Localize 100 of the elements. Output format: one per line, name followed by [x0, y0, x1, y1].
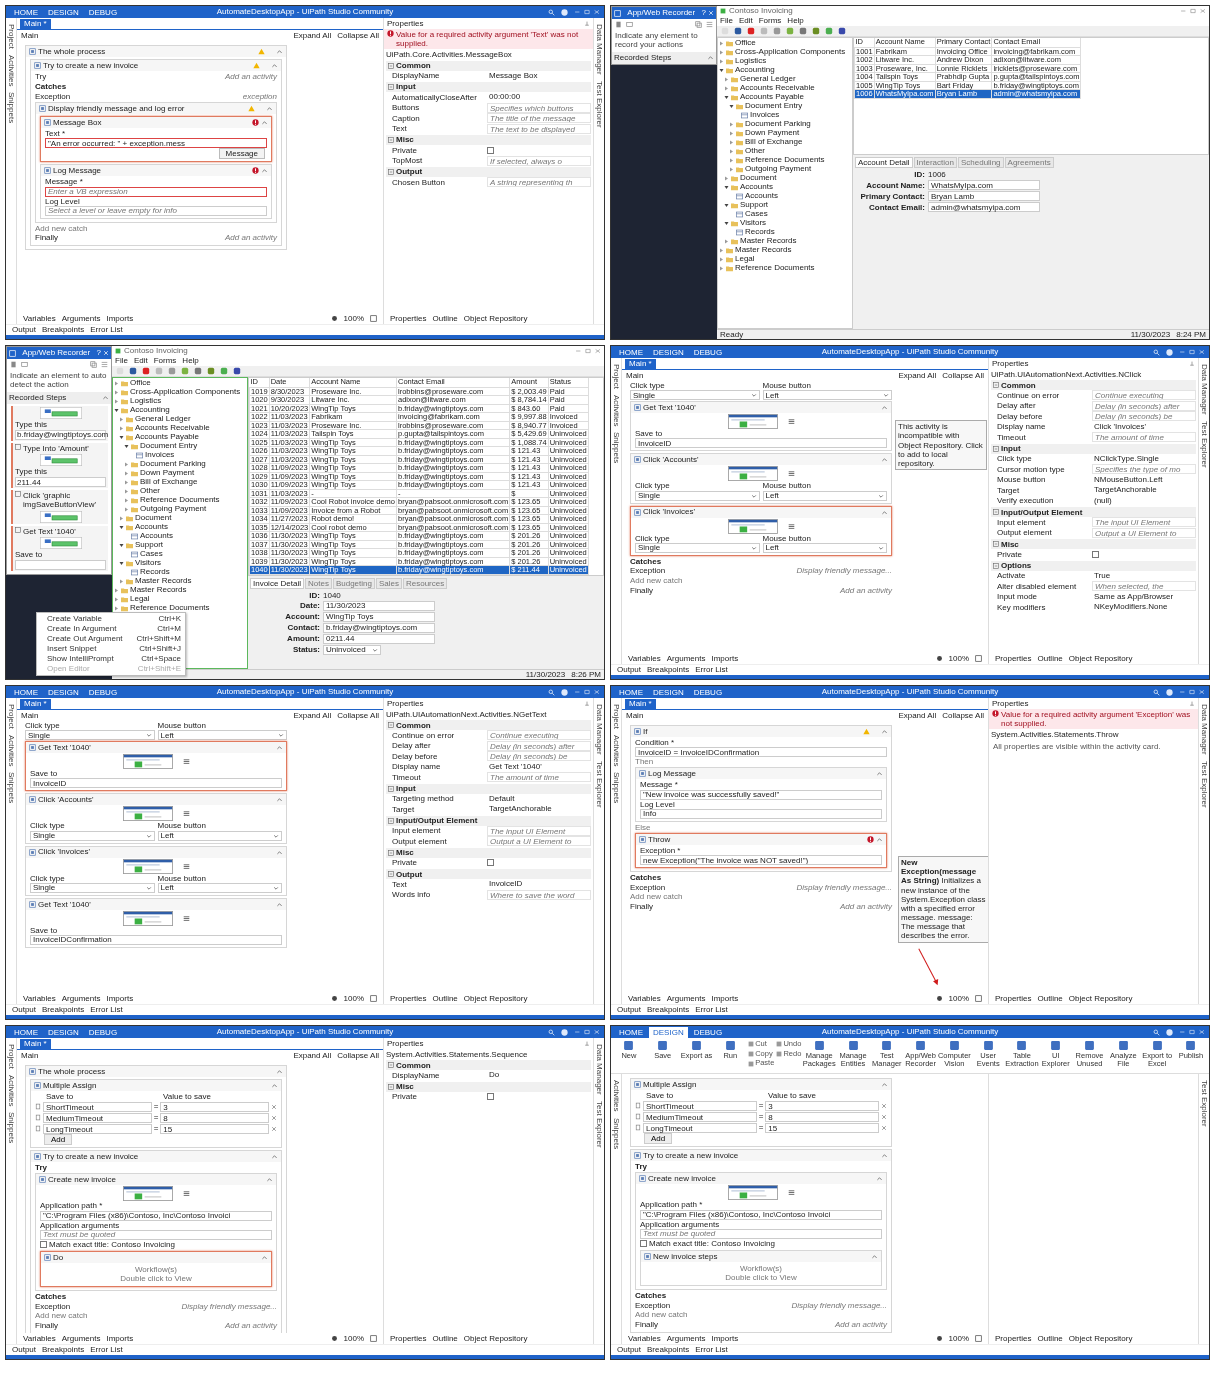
ribbon-tab[interactable]: DEBUG	[689, 1026, 727, 1038]
zoom-level[interactable]: 100%	[948, 1333, 969, 1344]
collapse-icon[interactable]	[388, 1083, 394, 1090]
designer-tab[interactable]: Variables	[628, 1333, 661, 1344]
pin-icon[interactable]	[584, 20, 590, 27]
collapse-icon[interactable]	[388, 62, 394, 69]
tree-item[interactable]: Down Payment	[140, 469, 195, 478]
output-tab[interactable]: Output	[617, 665, 641, 675]
menu-icon[interactable]	[182, 758, 190, 766]
menu-item[interactable]: Create Out Argument Ctrl+Shift+M	[37, 634, 185, 644]
expand-all-link[interactable]: Expand All	[898, 710, 937, 721]
activity-hint[interactable]: Display friendly message...	[796, 882, 892, 892]
activity-hint[interactable]: Add an activity	[224, 72, 277, 82]
tree-item[interactable]: Visitors	[740, 219, 767, 228]
recorded-step[interactable]: Click 'graphic imgSaveButtonView'	[11, 490, 108, 524]
breadcrumb[interactable]: Main	[21, 1050, 39, 1061]
designer-tab[interactable]: Arguments	[666, 1333, 706, 1344]
side-tab[interactable]: Snippets	[611, 772, 621, 804]
tree-item[interactable]: Document Entry	[140, 442, 198, 451]
expression-field[interactable]: Enter a VB expression	[45, 186, 267, 197]
expander-icon[interactable]	[724, 201, 729, 210]
document-tab[interactable]: Main *	[625, 359, 656, 369]
property-value[interactable]: The text to be displayed	[487, 123, 591, 134]
tree-item[interactable]: Cross-Application Components	[735, 48, 846, 57]
menu-item[interactable]: Edit	[133, 356, 148, 366]
output-tab[interactable]: Output	[617, 1345, 641, 1355]
activity-card[interactable]: Message Box Text * "An error occurred: " + exception.mess Message	[40, 116, 272, 163]
copy-icon[interactable]	[90, 361, 97, 368]
menu-item[interactable]: Create Variable Ctrl+K	[37, 614, 185, 624]
side-tab[interactable]: Data Manager	[1199, 364, 1209, 415]
tree-item[interactable]: Accounts Receivable	[740, 84, 815, 93]
panel-tab[interactable]: Outline	[432, 1333, 458, 1344]
ribbon-tab[interactable]: HOME	[10, 6, 42, 18]
menu-icon[interactable]	[787, 522, 795, 530]
expression-field[interactable]: "C:\Program Files (x86)\Contoso, Inc\Contoso Invoici	[640, 1209, 882, 1220]
dropdown[interactable]: Left	[762, 390, 892, 401]
tree-item[interactable]: Invoices	[750, 111, 780, 120]
tree-item[interactable]: Records	[140, 568, 170, 577]
text-field[interactable]: 0211.44	[323, 633, 435, 644]
activity-hint[interactable]: Add an activity	[834, 1319, 887, 1330]
text-field[interactable]: Bryan Lamb	[928, 191, 1040, 202]
property-value[interactable]: NClickType.Single	[1092, 453, 1196, 464]
property-value[interactable]: Continue executing	[1092, 390, 1196, 401]
property-value[interactable]: TargetAnchorable	[1092, 485, 1196, 496]
tree-item[interactable]: Reference Documents	[140, 496, 220, 505]
collapse-icon[interactable]	[276, 900, 283, 908]
property-value[interactable]: Output a UI Element to	[1092, 527, 1196, 538]
collapse-icon[interactable]	[993, 562, 999, 569]
zoom-level[interactable]: 100%	[343, 1333, 364, 1344]
breadcrumb[interactable]: Main	[21, 30, 39, 41]
list-icon[interactable]	[101, 361, 108, 368]
designer-tab[interactable]: Variables	[628, 653, 661, 664]
panel-tab[interactable]: Properties	[995, 653, 1032, 664]
collapse-icon[interactable]	[276, 848, 283, 856]
add-button[interactable]: Add	[44, 1134, 73, 1146]
window-controls-icon[interactable]	[1180, 8, 1206, 14]
tree-item[interactable]: Master Records	[135, 577, 192, 586]
expand-all-link[interactable]: Expand All	[293, 710, 332, 721]
menu-item[interactable]: Show IntelliPrompt Ctrl+Space	[37, 654, 185, 664]
menu-icon[interactable]	[182, 862, 190, 870]
ribbon-tab[interactable]: DEBUG	[689, 346, 727, 358]
variable-field[interactable]: ShortTimeout	[43, 1101, 152, 1112]
menu-item[interactable]: Create In Argument Ctrl+M	[37, 624, 185, 634]
tree-item[interactable]: Accounts	[745, 192, 778, 201]
checkbox[interactable]	[487, 1093, 494, 1101]
fit-screen-icon[interactable]	[975, 995, 982, 1002]
breadcrumb[interactable]: Main	[626, 370, 644, 381]
tree-item[interactable]: Accounts	[135, 523, 168, 532]
expander-icon[interactable]	[119, 541, 124, 550]
dropdown[interactable]: Single	[25, 730, 155, 741]
collapse-all-link[interactable]: Collapse All	[337, 710, 379, 721]
search-icon[interactable]	[1153, 688, 1160, 696]
property-value[interactable]: The input UI Element	[487, 825, 591, 836]
panel-tab[interactable]: Outline	[1037, 653, 1063, 664]
designer-tab[interactable]: Imports	[106, 993, 134, 1004]
property-value[interactable]: Continue executing	[487, 730, 591, 741]
copy-icon[interactable]	[695, 21, 702, 28]
fit-screen-icon[interactable]	[975, 1335, 982, 1342]
tree-item[interactable]: Document	[135, 514, 172, 523]
activity-card[interactable]: Click 'Accounts' Click type Single Mouse button Left	[630, 453, 892, 504]
activity-card[interactable]: Get Text '1040' Save to InvoiceIDConfirmation	[25, 897, 287, 948]
side-tab[interactable]: Data Manager	[594, 24, 604, 75]
search-icon[interactable]	[548, 1028, 555, 1036]
menu-icon[interactable]	[787, 1189, 795, 1197]
collapse-icon[interactable]	[881, 1081, 888, 1088]
menu-icon[interactable]	[787, 470, 795, 478]
text-field[interactable]: admin@whatsmyipa.com	[928, 202, 1040, 213]
tree-item[interactable]: General Ledger	[135, 415, 191, 424]
menu-item[interactable]: Edit	[738, 16, 753, 26]
expression-field[interactable]: "An error occurred: " + exception.mess	[45, 138, 267, 149]
tree-item[interactable]: Accounts Payable	[740, 93, 805, 102]
menu-icon[interactable]	[182, 810, 190, 818]
dropdown[interactable]: Left	[762, 542, 887, 553]
collapse-all-link[interactable]: Collapse All	[337, 30, 379, 41]
collapse-icon[interactable]	[993, 445, 999, 452]
dropdown[interactable]: Single	[635, 542, 760, 553]
avatar-icon[interactable]	[1166, 688, 1173, 696]
collapse-icon[interactable]	[261, 1253, 268, 1261]
delete-icon[interactable]	[10, 361, 17, 368]
detail-tab[interactable]: Budgeting	[332, 577, 375, 589]
